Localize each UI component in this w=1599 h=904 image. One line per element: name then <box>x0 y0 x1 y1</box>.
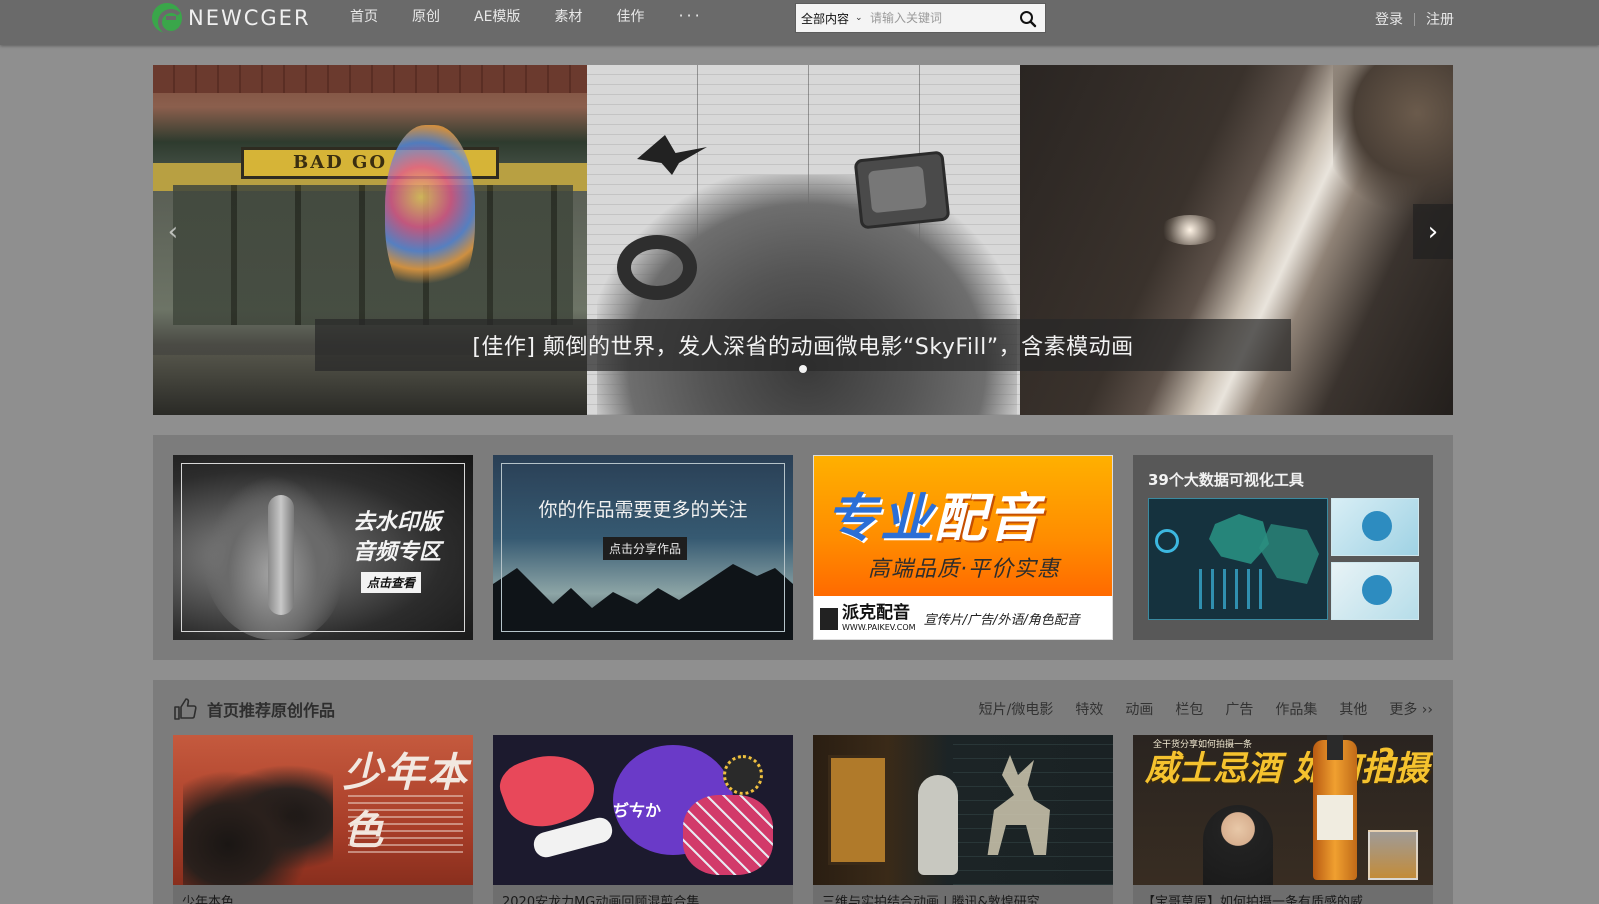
carousel-dot[interactable] <box>799 365 807 373</box>
search-input[interactable] <box>870 5 1010 31</box>
work-card[interactable]: 少年本色 少年本色 <box>173 735 473 904</box>
work-card[interactable]: ぢㄘか 2020安龙力MG动画回顾混剪合集 <box>493 735 793 904</box>
view-button[interactable]: 点击查看 <box>361 572 422 593</box>
nav-item-masterpieces[interactable]: 佳作 <box>616 8 644 26</box>
more-link[interactable]: 更多 <box>1389 699 1433 719</box>
tv-shape <box>853 150 951 230</box>
logo-text: NEWCGER <box>188 6 311 30</box>
ring-chart-shape <box>1155 529 1179 553</box>
illustration-shape <box>1362 575 1392 605</box>
work-title[interactable]: 【宝哥草原】如何拍摄一条有质感的威... <box>1133 885 1433 904</box>
promo-dataviz-title: 39个大数据可视化工具 <box>1148 471 1304 489</box>
confetti-burst <box>385 125 475 305</box>
brand-slogan: 宣传片/广告/外语/角色配音 <box>923 613 1080 628</box>
abstract-shape <box>683 795 773 875</box>
abstract-shape <box>723 755 763 795</box>
tab-other[interactable]: 其他 <box>1339 699 1367 719</box>
arrow-right-icon[interactable]: › <box>1413 204 1453 259</box>
tab-ads[interactable]: 广告 <box>1225 699 1253 719</box>
promo-card-dataviz[interactable]: 39个大数据可视化工具 <box>1133 455 1433 640</box>
top-bar: NEWCGER 首页 原创 AE模版 素材 佳作 ··· 全部内容 ⌄ 登录 注… <box>0 0 1599 45</box>
work-card[interactable]: 三维与实拍结合动画 | 腾讯&敦煌研究... <box>813 735 1113 904</box>
work-title[interactable]: 少年本色 <box>173 885 473 904</box>
illustration-thumbnail <box>1331 562 1419 620</box>
nav-more-menu[interactable]: ··· <box>678 8 702 26</box>
poster-credits <box>348 795 463 855</box>
brand-url: WWW.PAIKEV.COM <box>842 623 916 632</box>
divider <box>1414 12 1415 26</box>
promo-audio-title-line2: 音频专区 <box>352 539 441 565</box>
promo-card-audio[interactable]: 去水印版 音频专区 点击查看 <box>173 455 473 640</box>
banner-carousel[interactable]: BAD GO [佳作] 颠倒的世界，发人深省的动画微电影“SkyFill”，含素… <box>153 65 1453 415</box>
brand-block: 派克配音 WWW.PAIKEV.COM <box>842 604 916 633</box>
search-bar: 全部内容 ⌄ <box>795 3 1046 33</box>
tab-packaging[interactable]: 栏包 <box>1175 699 1203 719</box>
dashboard-image <box>1148 498 1328 620</box>
promo-share-title: 你的作品需要更多的关注 <box>538 499 748 521</box>
promo-voiceover-title-b: 配音 <box>934 489 1043 549</box>
map-shape <box>1209 514 1269 564</box>
rock-shape <box>1333 65 1453 225</box>
login-link[interactable]: 登录 <box>1375 9 1403 29</box>
promo-section: 去水印版 音频专区 点击查看 你的作品需要更多的关注 点击分享作品 专业配音 高… <box>153 435 1453 660</box>
nav-item-ae-templates[interactable]: AE模版 <box>474 8 520 26</box>
question-mark-icon: ? <box>1378 743 1396 778</box>
tab-short-film[interactable]: 短片/微电影 <box>979 699 1054 719</box>
search-scope-select[interactable]: 全部内容 ⌄ <box>796 10 868 27</box>
presenter-shape <box>1203 805 1273 885</box>
shop-windows <box>173 185 573 325</box>
logo-icon <box>152 3 182 33</box>
tire-shape <box>617 235 697 300</box>
share-work-button[interactable]: 点击分享作品 <box>603 537 688 560</box>
tab-portfolio[interactable]: 作品集 <box>1275 699 1317 719</box>
brand-logo-icon <box>820 607 838 630</box>
nav-item-original[interactable]: 原创 <box>412 8 440 26</box>
chevron-down-icon: ⌄ <box>855 13 863 23</box>
building-facade <box>153 65 587 93</box>
section-header: 首页推荐原创作品 <box>173 697 335 721</box>
person-shape <box>918 775 958 875</box>
carousel-dots <box>153 365 1453 373</box>
promo-voiceover-title-a: 专业 <box>826 489 935 549</box>
work-title[interactable]: 2020安龙力MG动画回顾混剪合集 <box>493 885 793 904</box>
auth-links: 登录 注册 <box>1375 9 1454 29</box>
recommended-works-section: 首页推荐原创作品 短片/微电影 特效 动画 栏包 广告 作品集 其他 更多 少年… <box>153 680 1453 904</box>
shop-sign-text: BAD GO <box>293 152 388 173</box>
main-nav: 首页 原创 AE模版 素材 佳作 ··· <box>350 8 703 26</box>
poster-title: ぢㄘか <box>613 801 662 820</box>
promo-card-voiceover[interactable]: 专业配音 高端品质·平价实惠 派克配音 WWW.PAIKEV.COM 宣传片/广… <box>813 455 1113 640</box>
light-glow <box>1160 215 1220 245</box>
tab-vfx[interactable]: 特效 <box>1075 699 1103 719</box>
illustration-shape <box>1362 511 1392 541</box>
work-title[interactable]: 三维与实拍结合动画 | 腾讯&敦煌研究... <box>813 885 1113 904</box>
bar-chart-shape <box>1199 569 1269 609</box>
tab-animation[interactable]: 动画 <box>1125 699 1153 719</box>
promo-voiceover-title: 专业配音 <box>826 476 1042 551</box>
promo-voiceover-subtitle: 高端品质·平价实惠 <box>868 557 1060 582</box>
work-card[interactable]: 全干货分享如何拍摄一条 威士忌酒 如何拍摄 ? 【宝哥草原】如何拍摄一条有质感的… <box>1133 735 1433 904</box>
door-shape <box>828 755 888 865</box>
promo-card-share[interactable]: 你的作品需要更多的关注 点击分享作品 <box>493 455 793 640</box>
nav-item-home[interactable]: 首页 <box>350 8 378 26</box>
site-logo[interactable]: NEWCGER <box>152 2 311 34</box>
section-title: 首页推荐原创作品 <box>207 701 336 720</box>
promo-voiceover-banner: 专业配音 高端品质·平价实惠 <box>814 456 1112 596</box>
promo-audio-title-line1: 去水印版 <box>352 509 441 535</box>
promo-audio-title: 去水印版 音频专区 <box>353 507 441 567</box>
poster-figures <box>183 750 333 885</box>
search-icon[interactable] <box>1019 10 1037 28</box>
arrow-left-icon[interactable]: ‹ <box>153 204 193 259</box>
promo-voiceover-footer: 派克配音 WWW.PAIKEV.COM 宣传片/广告/外语/角色配音 <box>814 596 1112 639</box>
nav-item-materials[interactable]: 素材 <box>554 8 582 26</box>
bottle-label <box>1317 795 1353 840</box>
register-link[interactable]: 注册 <box>1426 9 1454 29</box>
illustration-thumbnail <box>1331 498 1419 556</box>
category-tabs: 短片/微电影 特效 动画 栏包 广告 作品集 其他 更多 <box>957 699 1433 719</box>
glass-shape <box>1368 830 1418 880</box>
brand-name: 派克配音 <box>842 603 910 623</box>
banner-caption[interactable]: [佳作] 颠倒的世界，发人深省的动画微电影“SkyFill”，含素模动画 <box>315 319 1291 371</box>
search-scope-label: 全部内容 <box>801 11 850 26</box>
thumbs-up-icon <box>174 698 197 720</box>
